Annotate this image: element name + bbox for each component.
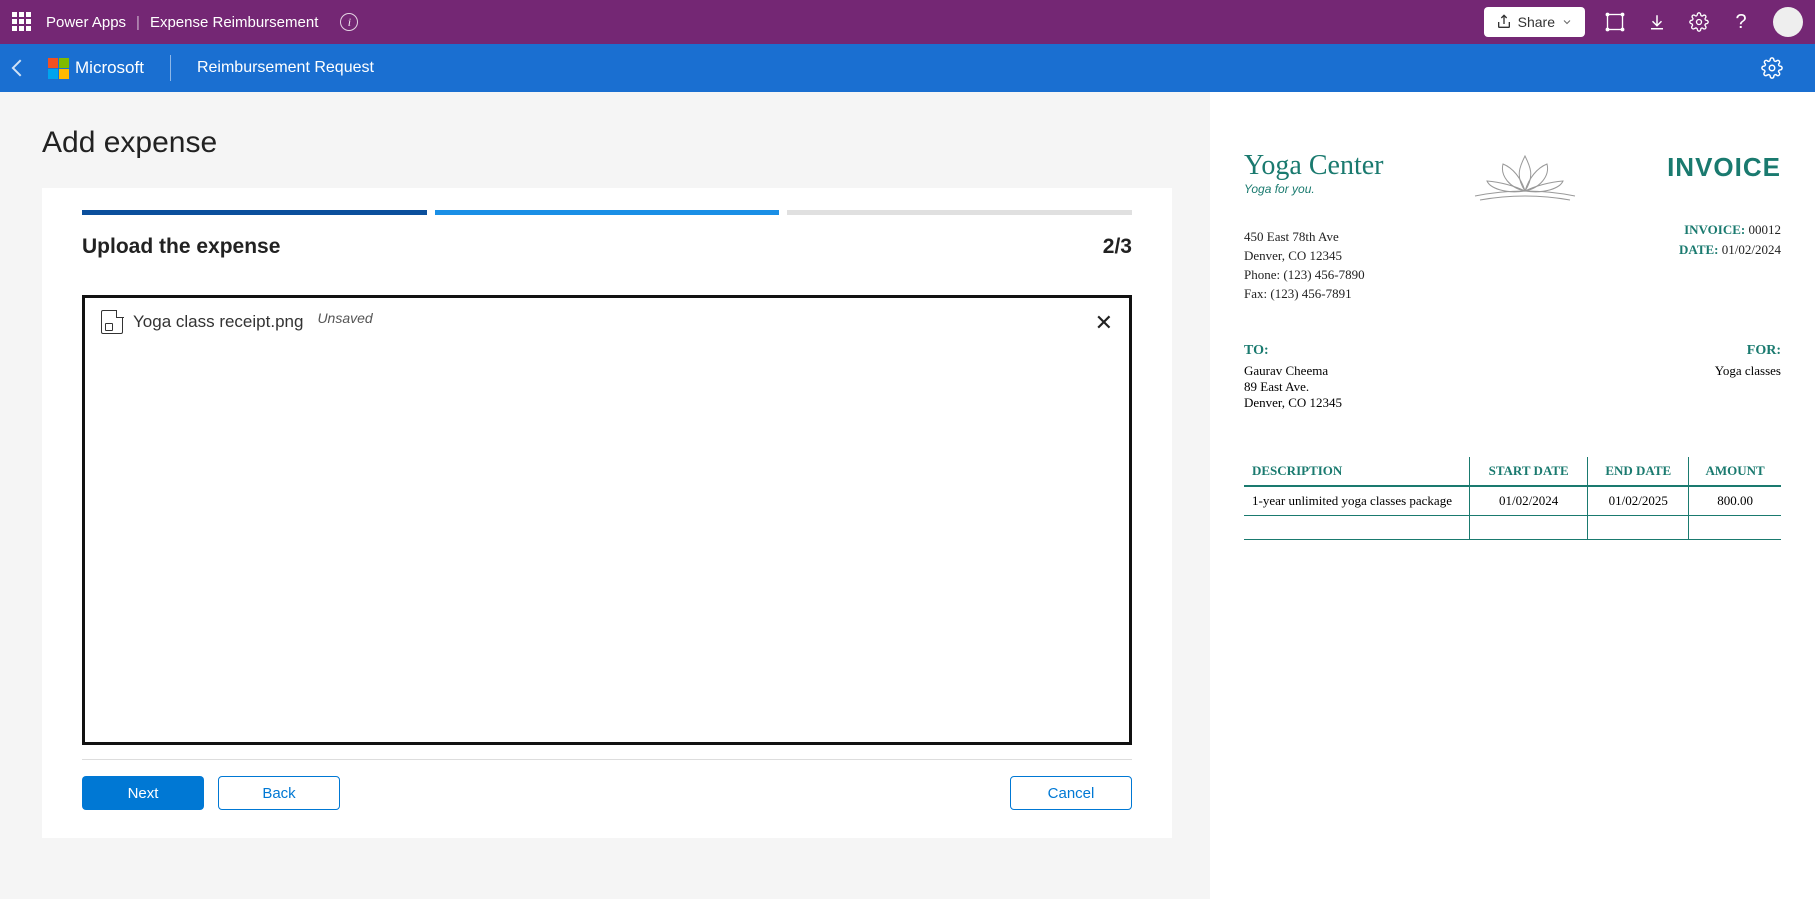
share-icon (1496, 14, 1512, 30)
document-image-icon (101, 310, 123, 334)
invoice-tagline: Yoga for you. (1244, 182, 1383, 196)
file-status: Unsaved (317, 310, 372, 326)
progress-step-2 (435, 210, 780, 215)
col-start-date: START DATE (1470, 457, 1588, 486)
invoice-date: DATE: 01/02/2024 (1679, 242, 1781, 258)
progress-step-3 (787, 210, 1132, 215)
to-name: Gaurav Cheema (1244, 363, 1342, 379)
help-icon[interactable]: ? (1731, 12, 1751, 32)
product-name: Power Apps (46, 14, 126, 31)
wizard-actions: Next Back Cancel (82, 776, 1132, 810)
col-end-date: END DATE (1588, 457, 1689, 486)
cancel-button[interactable]: Cancel (1010, 776, 1132, 810)
app-settings-icon[interactable] (1761, 57, 1783, 79)
settings-icon[interactable] (1689, 12, 1709, 32)
invoice-for: FOR: Yoga classes (1715, 343, 1781, 411)
invoice-to: TO: Gaurav Cheema 89 East Ave. Denver, C… (1244, 343, 1342, 411)
chevron-down-icon (1561, 16, 1573, 28)
invoice-number: INVOICE: 00012 (1679, 222, 1781, 238)
addr-line2: Denver, CO 12345 (1244, 247, 1365, 266)
table-row: 1-year unlimited yoga classes package 01… (1244, 486, 1781, 516)
brand-label: Microsoft (75, 58, 144, 78)
to-addr1: 89 East Ave. (1244, 379, 1342, 395)
card-divider (82, 759, 1132, 760)
cell-end: 01/02/2025 (1588, 486, 1689, 516)
lotus-icon (1465, 146, 1585, 206)
cell-amount: 800.00 (1689, 486, 1781, 516)
form-column: Add expense Upload the expense 2/3 Yoga … (0, 92, 1210, 899)
app-launcher-icon[interactable] (12, 12, 32, 32)
col-amount: AMOUNT (1689, 457, 1781, 486)
progress-bar (82, 210, 1132, 215)
uploaded-file-row: Yoga class receipt.png Unsaved (101, 310, 1113, 334)
col-description: DESCRIPTION (1244, 457, 1470, 486)
app-header: Microsoft Reimbursement Request (0, 44, 1815, 92)
step-title: Upload the expense (82, 235, 280, 259)
user-avatar[interactable] (1773, 7, 1803, 37)
receipt-preview: Yoga Center Yoga for you. INVOICE (1210, 92, 1815, 899)
header-divider (170, 55, 171, 81)
back-icon[interactable] (12, 60, 29, 77)
download-icon[interactable] (1647, 12, 1667, 32)
back-button[interactable]: Back (218, 776, 340, 810)
share-button[interactable]: Share (1484, 7, 1585, 37)
cell-start: 01/02/2024 (1470, 486, 1588, 516)
upload-dropzone[interactable]: Yoga class receipt.png Unsaved ✕ (82, 295, 1132, 745)
fit-screen-icon[interactable] (1605, 12, 1625, 32)
addr-line1: 450 East 78th Ave (1244, 228, 1365, 247)
app-name: Expense Reimbursement (150, 14, 318, 31)
invoice-line-items: DESCRIPTION START DATE END DATE AMOUNT 1… (1244, 457, 1781, 540)
table-row-empty (1244, 516, 1781, 540)
invoice-from-address: 450 East 78th Ave Denver, CO 12345 Phone… (1244, 228, 1365, 303)
share-label: Share (1518, 14, 1555, 30)
remove-file-button[interactable]: ✕ (1095, 310, 1113, 336)
invoice-brand: Yoga Center (1244, 152, 1383, 180)
addr-fax: Fax: (123) 456-7891 (1244, 285, 1365, 304)
global-header: Power Apps | Expense Reimbursement i Sha… (0, 0, 1815, 44)
to-addr2: Denver, CO 12345 (1244, 395, 1342, 411)
info-icon[interactable]: i (340, 13, 358, 31)
invoice-title: INVOICE (1667, 152, 1781, 183)
cell-desc: 1-year unlimited yoga classes package (1244, 486, 1470, 516)
wizard-card: Upload the expense 2/3 Yoga class receip… (42, 188, 1172, 838)
next-button[interactable]: Next (82, 776, 204, 810)
for-label: FOR: (1715, 343, 1781, 359)
screen-title: Reimbursement Request (197, 59, 374, 77)
uploaded-file-name: Yoga class receipt.png (133, 312, 303, 332)
header-title-group: Power Apps | Expense Reimbursement i (46, 13, 358, 31)
page-title: Add expense (42, 126, 1210, 160)
to-label: TO: (1244, 343, 1342, 359)
microsoft-logo-icon (48, 58, 69, 79)
addr-phone: Phone: (123) 456-7890 (1244, 266, 1365, 285)
for-value: Yoga classes (1715, 363, 1781, 379)
progress-step-1 (82, 210, 427, 215)
step-counter: 2/3 (1103, 235, 1132, 259)
header-actions: ? (1605, 7, 1803, 37)
header-separator: | (136, 14, 140, 31)
